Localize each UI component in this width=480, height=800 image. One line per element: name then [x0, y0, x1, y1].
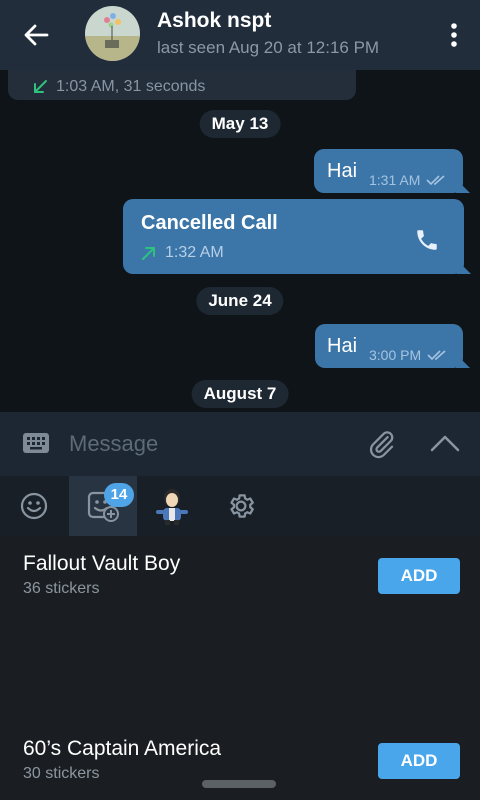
message-text: Hai	[327, 160, 358, 182]
outgoing-call-bubble[interactable]: Cancelled Call 1:32 AM	[123, 199, 471, 274]
message-input[interactable]: Message	[69, 431, 158, 457]
expand-button[interactable]	[430, 434, 460, 457]
sticker-pack-thumbnail	[156, 489, 188, 525]
date-separator: May 13	[199, 110, 281, 138]
new-stickers-badge: 14	[104, 483, 134, 507]
emoji-sticker-tabs	[0, 476, 480, 536]
outgoing-message[interactable]: Hai 3:00 PM	[315, 324, 470, 368]
keyboard-toggle-button[interactable]	[22, 432, 50, 459]
pack-title: Fallout Vault Boy	[23, 552, 181, 575]
outgoing-call-arrow-icon	[142, 247, 155, 260]
more-options-button[interactable]	[448, 20, 460, 50]
pack-count: 36 stickers	[23, 580, 100, 597]
pack-title: 60’s Captain America	[23, 737, 222, 760]
add-pack-button[interactable]: ADD	[378, 558, 460, 594]
smiley-icon	[20, 492, 48, 520]
avatar[interactable]	[85, 6, 140, 61]
last-seen-status: last seen Aug 20 at 12:16 PM	[157, 38, 380, 57]
chat-title[interactable]: Ashok nspt	[157, 9, 379, 33]
message-list[interactable]: 1:03 AM, 31 seconds May 13 Hai 1:31 AM C…	[0, 70, 480, 412]
paperclip-icon	[369, 431, 394, 459]
call-time: 1:32 AM	[165, 244, 224, 261]
sticker-pack-list[interactable]: Fallout Vault Boy 36 stickers ADD 60’s C…	[0, 536, 480, 800]
incoming-call-arrow-icon	[34, 80, 47, 93]
back-button[interactable]	[0, 0, 72, 70]
tab-emoji[interactable]	[0, 476, 68, 536]
gear-icon	[230, 494, 254, 518]
tab-settings[interactable]	[207, 476, 275, 536]
date-separator: August 7	[191, 380, 289, 408]
call-title: Cancelled Call	[141, 212, 278, 234]
call-info: 1:03 AM, 31 seconds	[56, 78, 206, 95]
tab-sticker-pack[interactable]	[138, 476, 206, 536]
incoming-call-bubble[interactable]: 1:03 AM, 31 seconds	[8, 70, 356, 100]
outgoing-message[interactable]: Hai 1:31 AM	[314, 149, 470, 193]
back-arrow-icon	[24, 24, 49, 46]
pack-count: 30 stickers	[23, 765, 100, 782]
double-check-icon	[426, 175, 445, 186]
date-separator: June 24	[196, 287, 284, 315]
attach-button[interactable]	[367, 428, 397, 465]
chevron-up-icon	[430, 435, 460, 452]
home-indicator[interactable]	[202, 780, 276, 788]
message-text: Hai	[327, 335, 358, 357]
message-time: 3:00 PM	[369, 347, 422, 363]
chat-header: Ashok nspt last seen Aug 20 at 12:16 PM	[0, 0, 480, 70]
call-back-button[interactable]	[414, 227, 440, 258]
message-input-bar: Message	[0, 412, 480, 476]
add-pack-button[interactable]: ADD	[378, 743, 460, 779]
keyboard-icon	[23, 433, 49, 453]
double-check-icon	[427, 350, 446, 361]
phone-icon	[417, 230, 437, 250]
message-time: 1:31 AM	[369, 172, 421, 188]
more-vertical-icon	[451, 23, 457, 47]
avatar-image	[85, 6, 140, 61]
